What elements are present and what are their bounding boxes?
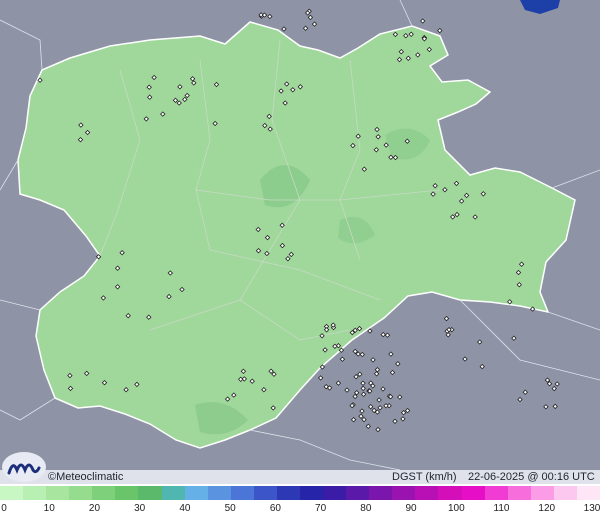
timestamp-label: 22-06-2025 @ 00:16 UTC	[468, 471, 595, 483]
map-view: ©Meteoclimatic DGST (km/h) 22-06-2025 @ …	[0, 0, 600, 521]
color-scale-swatch	[253, 486, 277, 500]
color-scale-swatch	[369, 486, 393, 500]
color-scale-swatch	[438, 486, 462, 500]
weather-map	[0, 0, 600, 470]
variable-label: DGST (km/h)	[392, 471, 457, 483]
color-scale-tick-label: 10	[43, 503, 55, 514]
color-scale-swatch	[484, 486, 508, 500]
meteoclimatic-logo-icon	[2, 452, 46, 482]
color-scale-bar	[0, 486, 600, 500]
color-scale-swatch	[507, 486, 531, 500]
color-scale-swatch	[461, 486, 485, 500]
color-scale-swatch	[23, 486, 47, 500]
color-scale-tick-label: 100	[447, 503, 465, 514]
color-scale-swatch	[553, 486, 577, 500]
color-scale-swatch	[230, 486, 254, 500]
color-scale-swatch	[415, 486, 439, 500]
color-scale-tick-label: 20	[88, 503, 101, 514]
color-scale-swatch	[0, 486, 24, 500]
logo-glyph	[7, 463, 41, 475]
credit-label: ©Meteoclimatic	[48, 471, 124, 483]
color-scale-swatch	[184, 486, 208, 500]
color-scale-swatch	[530, 486, 554, 500]
color-scale-tick-label: 80	[360, 503, 372, 514]
color-scale-swatch	[92, 486, 116, 500]
color-scale-swatch	[69, 486, 93, 500]
color-scale: 0 10 20 30 40 50 60 70 80 90 100 110 120 130	[0, 484, 600, 521]
color-scale-tick-label: 40	[179, 503, 191, 514]
color-scale-tick-label: 50	[224, 503, 236, 514]
color-scale-swatch	[138, 486, 162, 500]
color-scale-tick-label: 110	[493, 503, 510, 514]
color-scale-tick-label: 70	[315, 503, 327, 514]
color-scale-tick-label: 60	[269, 503, 281, 514]
color-scale-swatch	[323, 486, 347, 500]
color-scale-tick-label: 30	[134, 503, 146, 514]
color-scale-swatch	[576, 486, 600, 500]
color-scale-tick-label: 90	[405, 503, 417, 514]
color-scale-swatch	[276, 486, 301, 500]
color-scale-swatch	[300, 486, 324, 500]
color-scale-swatch	[392, 486, 416, 500]
color-scale-swatch	[115, 486, 139, 500]
color-scale-tick-label: 0	[1, 503, 7, 514]
color-scale-swatch	[346, 486, 370, 500]
color-scale-tick-label: 130	[583, 503, 600, 514]
color-scale-swatch	[46, 486, 70, 500]
color-scale-swatch	[161, 486, 185, 500]
color-scale-swatch	[207, 486, 231, 500]
color-scale-tick-label: 120	[538, 503, 556, 514]
